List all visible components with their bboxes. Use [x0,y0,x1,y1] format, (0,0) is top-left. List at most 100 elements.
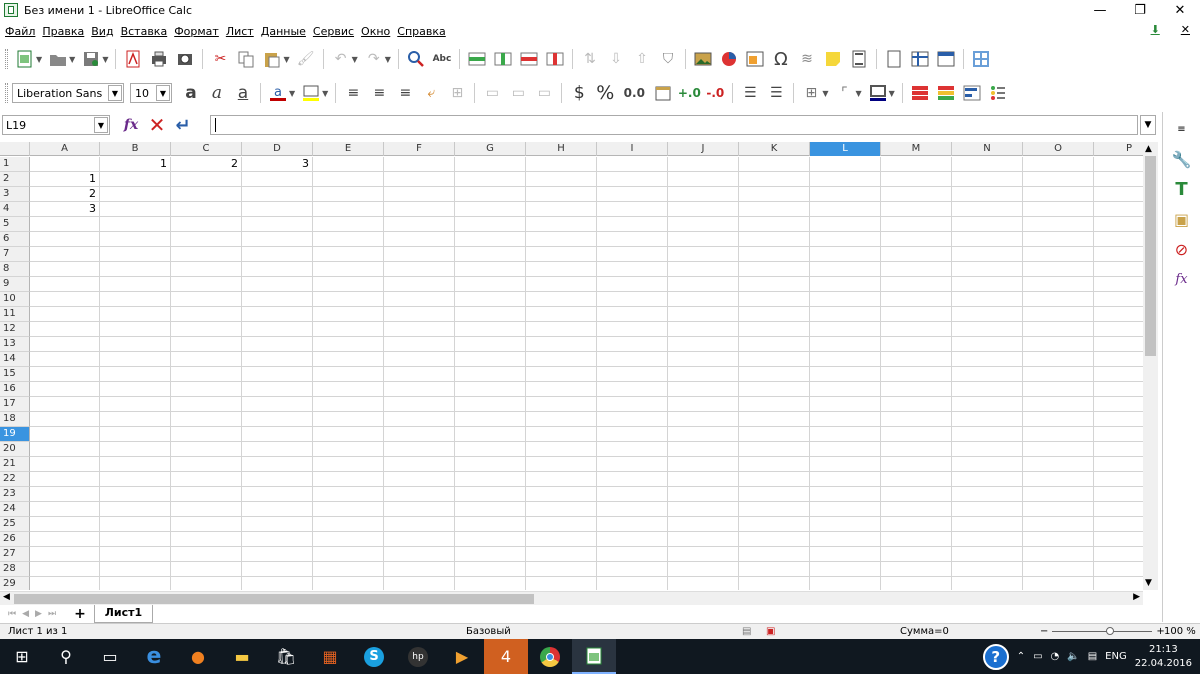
menu-view[interactable]: Вид [91,25,113,38]
cell-g27[interactable] [455,547,526,562]
cell-c27[interactable] [171,547,242,562]
cell-k1[interactable] [739,157,810,172]
cell-c11[interactable] [171,307,242,322]
font-size-combo[interactable]: 10 ▼ [130,83,172,103]
redo-icon[interactable]: ↷ [363,48,385,70]
cell-j7[interactable] [668,247,739,262]
cell-f12[interactable] [384,322,455,337]
row-header[interactable]: 1 [0,157,30,172]
cell-f14[interactable] [384,352,455,367]
cell-g13[interactable] [455,337,526,352]
show-draw-functions-icon[interactable] [970,48,992,70]
row-header[interactable]: 14 [0,352,30,367]
cell-m13[interactable] [881,337,952,352]
cell-i18[interactable] [597,412,668,427]
cell-c17[interactable] [171,397,242,412]
cell-f23[interactable] [384,487,455,502]
cell-d12[interactable] [242,322,313,337]
gallery-icon[interactable]: ▣ [1169,206,1195,232]
media-player-icon[interactable]: ▶ [440,639,484,674]
cell-n24[interactable] [952,502,1023,517]
menu-edit[interactable]: Правка [42,25,84,38]
cell-o3[interactable] [1023,187,1094,202]
firefox-icon[interactable]: ● [176,639,220,674]
copy-icon[interactable] [235,48,257,70]
add-decimal-icon[interactable]: +.0 [678,82,701,104]
row-header[interactable]: 20 [0,442,30,457]
menu-window[interactable]: Окно [361,25,390,38]
cell-c24[interactable] [171,502,242,517]
cell-h4[interactable] [526,202,597,217]
cell-j10[interactable] [668,292,739,307]
cell-b18[interactable] [100,412,171,427]
cell-n6[interactable] [952,232,1023,247]
accept-icon[interactable]: ↵ [172,114,194,136]
cell-i26[interactable] [597,532,668,547]
cell-f22[interactable] [384,472,455,487]
column-header-m[interactable]: M [881,142,952,156]
print-icon[interactable] [148,48,170,70]
cell-n12[interactable] [952,322,1023,337]
cell-j19[interactable] [668,427,739,442]
cell-k12[interactable] [739,322,810,337]
cell-d24[interactable] [242,502,313,517]
cell-b17[interactable] [100,397,171,412]
cell-c9[interactable] [171,277,242,292]
cell-j11[interactable] [668,307,739,322]
cell-b13[interactable] [100,337,171,352]
cell-c29[interactable] [171,577,242,590]
spelling-icon[interactable]: Abc [431,48,453,70]
cell-f16[interactable] [384,382,455,397]
cut-icon[interactable]: ✂ [209,48,231,70]
cell-e9[interactable] [313,277,384,292]
cell-k17[interactable] [739,397,810,412]
column-header-n[interactable]: N [952,142,1023,156]
cell-l1[interactable] [810,157,881,172]
row-header[interactable]: 18 [0,412,30,427]
cell-c14[interactable] [171,352,242,367]
cell-n18[interactable] [952,412,1023,427]
cell-o24[interactable] [1023,502,1094,517]
cell-o29[interactable] [1023,577,1094,590]
cell-j14[interactable] [668,352,739,367]
wifi-icon[interactable]: ◔ [1051,651,1060,662]
cell-b7[interactable] [100,247,171,262]
cell-g14[interactable] [455,352,526,367]
cell-g17[interactable] [455,397,526,412]
cell-f7[interactable] [384,247,455,262]
cell-j17[interactable] [668,397,739,412]
cell-i22[interactable] [597,472,668,487]
row-header[interactable]: 19 [0,427,30,442]
edge-browser-icon[interactable]: e [132,639,176,674]
zoom-percent[interactable]: 100 % [1164,626,1196,637]
cell-a24[interactable] [30,502,100,517]
cell-n2[interactable] [952,172,1023,187]
cell-d22[interactable] [242,472,313,487]
conditional-format-icon[interactable] [909,82,931,104]
page-style[interactable]: Базовый [466,626,511,637]
cell-e8[interactable] [313,262,384,277]
cell-e2[interactable] [313,172,384,187]
cell-f10[interactable] [384,292,455,307]
cell-h25[interactable] [526,517,597,532]
cell-e17[interactable] [313,397,384,412]
vertical-scrollbar[interactable]: ▲ ▼ [1143,142,1158,590]
cell-n1[interactable] [952,157,1023,172]
cell-f3[interactable] [384,187,455,202]
cell-b8[interactable] [100,262,171,277]
cell-f24[interactable] [384,502,455,517]
cell-j12[interactable] [668,322,739,337]
border-color-icon[interactable] [867,82,889,104]
cell-j15[interactable] [668,367,739,382]
chevron-down-icon[interactable]: ▼ [94,117,108,133]
cell-o18[interactable] [1023,412,1094,427]
column-header-l[interactable]: L [810,142,881,156]
column-header-b[interactable]: B [100,142,171,156]
column-header-d[interactable]: D [242,142,313,156]
cell-h24[interactable] [526,502,597,517]
cell-n19[interactable] [952,427,1023,442]
italic-icon[interactable]: a [206,82,228,104]
cell-c1[interactable]: 2 [171,157,242,172]
cell-c3[interactable] [171,187,242,202]
cell-a17[interactable] [30,397,100,412]
